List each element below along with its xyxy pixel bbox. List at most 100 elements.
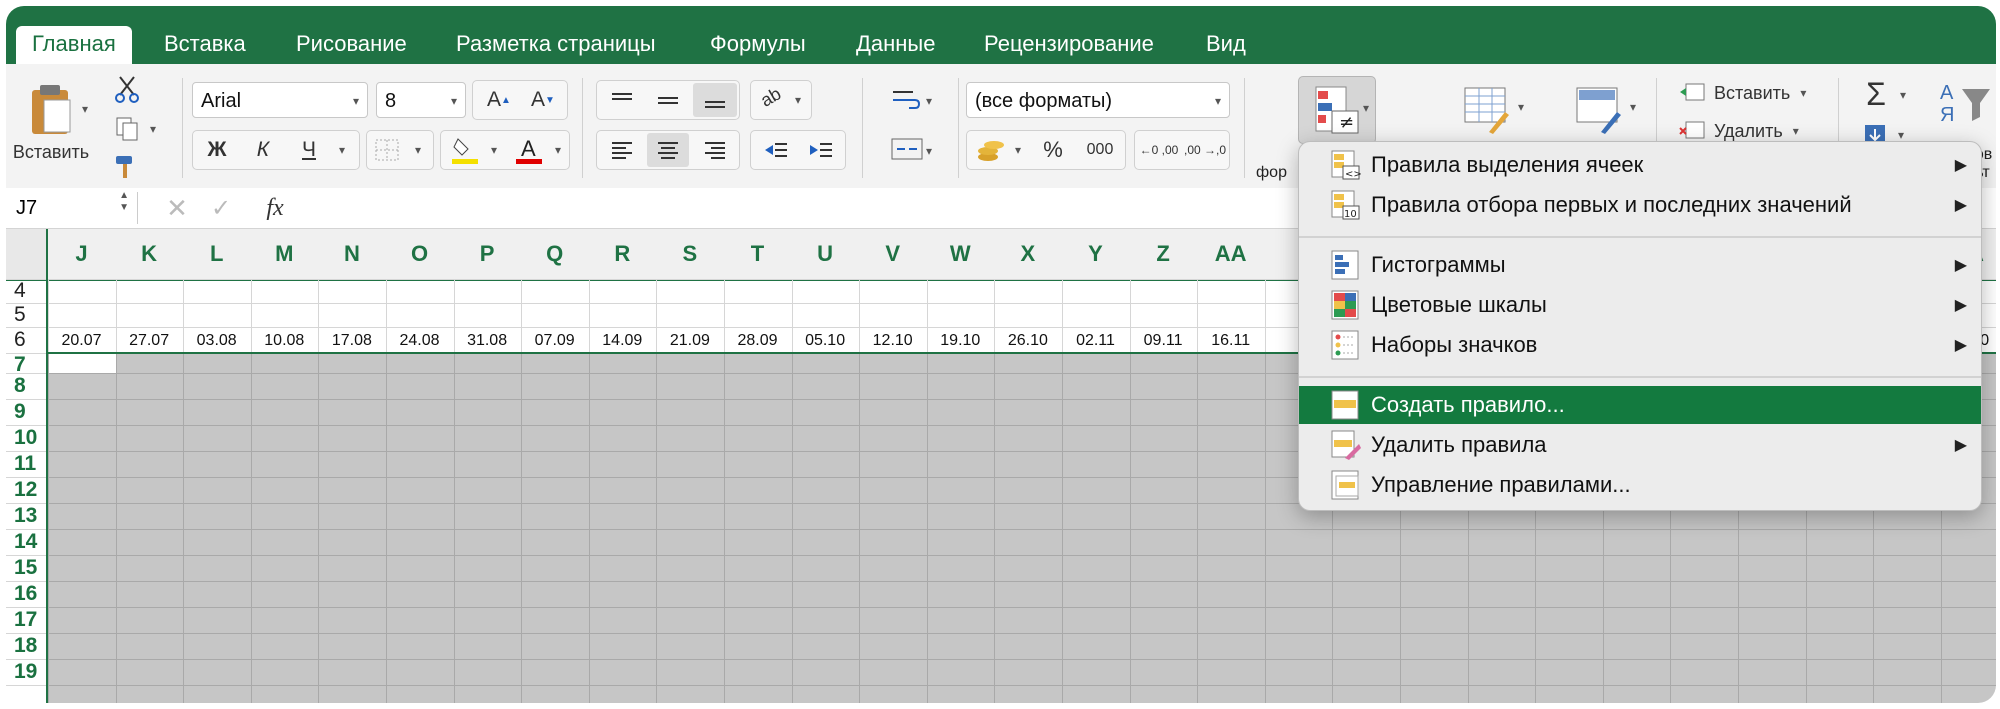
menu-item-clear-rules[interactable]: Удалить правила ▶ [1299, 426, 1981, 464]
merge-cells-dropdown-arrow[interactable]: ▾ [926, 144, 932, 158]
fill-color-dropdown-arrow[interactable]: ▾ [491, 143, 497, 157]
cell-date[interactable]: 20.07 [48, 332, 115, 350]
autosum-dropdown-arrow[interactable]: ▾ [1900, 88, 1906, 102]
percent-style-button[interactable]: % [1033, 133, 1073, 167]
insert-function-button[interactable]: fx [258, 192, 292, 224]
column-header-w[interactable]: W [927, 241, 994, 267]
accounting-format-icon[interactable] [971, 133, 1011, 167]
decrease-decimal-button[interactable]: ,00 →,0 [1183, 133, 1227, 167]
cell-date[interactable]: 27.07 [116, 332, 183, 350]
tab-draw[interactable]: Рисование [292, 26, 411, 64]
orientation-button[interactable]: ab ▾ [750, 80, 812, 120]
increase-decimal-button[interactable]: ←0 ,00 [1137, 133, 1181, 167]
menu-item-highlight-cells-rules[interactable]: <> Правила выделения ячеек ▶ [1299, 146, 1981, 184]
copy-dropdown-arrow[interactable]: ▾ [150, 122, 156, 136]
cell-date[interactable]: 24.08 [386, 332, 453, 350]
column-header-q[interactable]: Q [521, 241, 588, 267]
format-painter-icon[interactable] [112, 152, 142, 182]
increase-indent-icon[interactable] [799, 133, 843, 167]
row-header-5[interactable]: 5 [6, 303, 46, 327]
accounting-dropdown-arrow[interactable]: ▾ [1015, 143, 1021, 157]
font-name-select[interactable]: Arial ▾ [192, 82, 368, 118]
menu-item-top-bottom-rules[interactable]: 10 Правила отбора первых и последних зна… [1299, 186, 1981, 224]
menu-item-color-scales[interactable]: Цветовые шкалы ▶ [1299, 286, 1981, 324]
format-as-table-icon[interactable]: ▾ [1454, 76, 1524, 142]
wrap-text-icon[interactable] [882, 80, 932, 118]
column-header-m[interactable]: M [251, 241, 318, 267]
column-header-l[interactable]: L [183, 241, 250, 267]
tab-formulas[interactable]: Формулы [706, 26, 810, 64]
name-box-stepper[interactable]: ▲ ▼ [119, 190, 129, 214]
number-format-select[interactable]: (все форматы) ▾ [966, 82, 1230, 118]
font-color-icon[interactable]: A [511, 133, 547, 167]
cell-date[interactable]: 14.09 [589, 332, 656, 350]
column-header-o[interactable]: O [386, 241, 453, 267]
insert-cells-button[interactable]: Вставить ▾ [1678, 76, 1818, 110]
cell-styles-icon[interactable]: ▾ [1566, 76, 1636, 142]
row-header-8[interactable]: 8 [6, 374, 46, 398]
align-left-button[interactable] [601, 133, 643, 167]
align-top-button[interactable] [601, 83, 643, 117]
autosum-icon[interactable]: Σ [1856, 74, 1896, 114]
italic-button[interactable]: К [245, 133, 281, 167]
conditional-formatting-button[interactable]: ≠ ▾ [1298, 76, 1376, 144]
row-header-12[interactable]: 12 [6, 478, 46, 502]
row-header-13[interactable]: 13 [6, 504, 46, 528]
row-header-11[interactable]: 11 [6, 452, 46, 476]
cell-date[interactable]: 05.10 [792, 332, 859, 350]
column-header-z[interactable]: Z [1130, 241, 1197, 267]
column-header-t[interactable]: T [724, 241, 791, 267]
sort-filter-icon[interactable]: АЯ [1936, 74, 1996, 134]
row-header-16[interactable]: 16 [6, 582, 46, 606]
cancel-icon[interactable]: ✕ [162, 192, 192, 224]
row-header-15[interactable]: 15 [6, 556, 46, 580]
row-header-14[interactable]: 14 [6, 530, 46, 554]
cell-date[interactable]: 21.09 [656, 332, 723, 350]
merge-cells-icon[interactable] [882, 130, 932, 168]
menu-item-new-rule[interactable]: Создать правило... [1299, 386, 1981, 424]
cell-date[interactable]: 03.08 [183, 332, 250, 350]
row-header-17[interactable]: 17 [6, 608, 46, 632]
cell-date[interactable]: 02.11 [1062, 332, 1129, 350]
column-header-aa[interactable]: AA [1197, 241, 1264, 267]
decrease-indent-icon[interactable] [755, 133, 797, 167]
column-header-u[interactable]: U [792, 241, 859, 267]
menu-item-icon-sets[interactable]: Наборы значков ▶ [1299, 326, 1981, 364]
align-center-button[interactable] [647, 133, 689, 167]
wrap-text-dropdown-arrow[interactable]: ▾ [926, 94, 932, 108]
fill-color-icon[interactable] [447, 133, 483, 167]
column-header-n[interactable]: N [318, 241, 385, 267]
tab-home[interactable]: Главная [16, 26, 132, 64]
column-header-x[interactable]: X [994, 241, 1061, 267]
tab-page-layout[interactable]: Разметка страницы [452, 26, 660, 64]
column-header-p[interactable]: P [454, 241, 521, 267]
cell-date[interactable]: 07.09 [521, 332, 588, 350]
align-middle-button[interactable] [647, 83, 689, 117]
comma-style-button[interactable]: 000 [1077, 133, 1123, 167]
row-header-19[interactable]: 19 [6, 660, 46, 684]
column-header-r[interactable]: R [589, 241, 656, 267]
tab-review[interactable]: Рецензирование [980, 26, 1158, 64]
row-header-9[interactable]: 9 [6, 400, 46, 424]
row-header-18[interactable]: 18 [6, 634, 46, 658]
align-bottom-button[interactable] [693, 83, 737, 117]
cut-icon[interactable] [112, 74, 142, 104]
font-size-select[interactable]: 8 ▾ [376, 82, 466, 118]
cell-date[interactable]: 28.09 [724, 332, 791, 350]
tab-data[interactable]: Данные [852, 26, 939, 64]
tab-insert[interactable]: Вставка [160, 26, 250, 64]
paste-dropdown-arrow[interactable]: ▾ [82, 102, 88, 116]
select-all-corner[interactable] [6, 229, 46, 279]
column-header-v[interactable]: V [859, 241, 926, 267]
row-header-10[interactable]: 10 [6, 426, 46, 450]
menu-item-data-bars[interactable]: Гистограммы ▶ [1299, 246, 1981, 284]
active-cell[interactable] [48, 353, 116, 373]
cell-date[interactable]: 17.08 [318, 332, 385, 350]
cell-date[interactable]: 31.08 [454, 332, 521, 350]
cell-date[interactable]: 16.11 [1197, 332, 1264, 350]
row-header-6[interactable]: 6 [6, 328, 46, 352]
align-right-button[interactable] [693, 133, 737, 167]
copy-icon[interactable] [112, 114, 142, 144]
column-header-j[interactable]: J [48, 241, 115, 267]
underline-dropdown-arrow[interactable]: ▾ [339, 143, 345, 157]
